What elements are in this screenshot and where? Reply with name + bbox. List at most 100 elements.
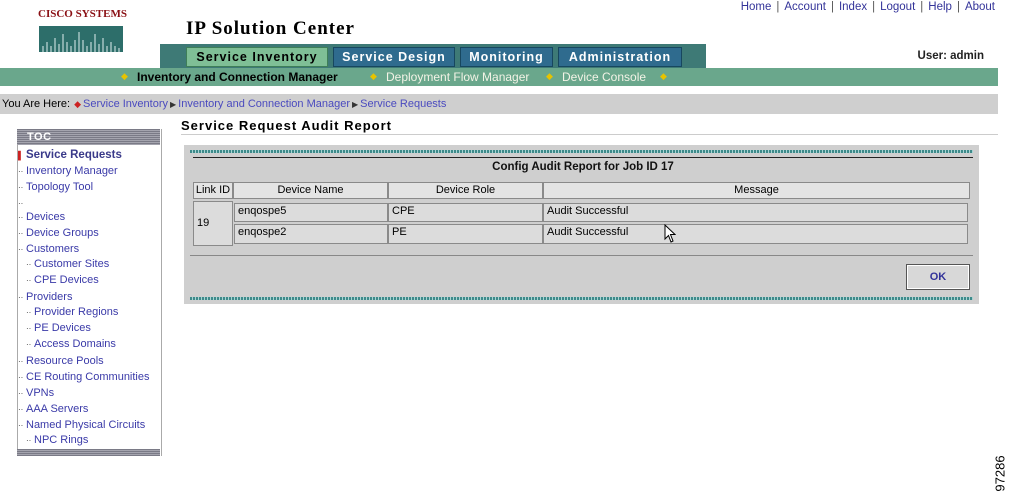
breadcrumb: You Are Here: ◆ Service Inventory ▶ Inventor… (2, 98, 446, 110)
toc-item-label: CPE Devices (34, 274, 99, 286)
toc-item-customers[interactable]: ·· Customers (18, 243, 79, 255)
logo-bars-icon (39, 26, 123, 52)
column-header-device-name: Device Name (233, 182, 388, 199)
bullet-icon: ·· (26, 260, 32, 269)
subnav-bullet-icon: ◆ (546, 71, 553, 81)
toc-header: TOC (17, 129, 160, 145)
toc-item-label: Providers (26, 291, 73, 303)
toc-item-topology-tool[interactable]: ·· Topology Tool (18, 181, 93, 193)
bullet-icon: ·· (18, 167, 24, 176)
bullet-icon: ·· (18, 229, 24, 238)
link-help[interactable]: Help (928, 1, 952, 13)
bullet-icon: ·· (26, 436, 32, 445)
toc-item-label: Customer Sites (34, 258, 110, 270)
toc-item-label: Customers (26, 243, 80, 255)
toc-item-label: VPNs (26, 387, 55, 399)
bullet-icon: ·· (18, 293, 24, 302)
ok-button[interactable]: OK (906, 264, 970, 290)
figure-code: 97286 (992, 452, 1014, 496)
table-cell-device-name: enqospe2 (234, 224, 388, 244)
toc-item-label: Access Domains (34, 338, 116, 350)
arrow-right-icon: ▶ (352, 100, 359, 109)
table-cell-device-role: CPE (388, 203, 543, 222)
toc-item-service-requests[interactable]: ▌ Service Requests (18, 149, 122, 161)
divider (181, 134, 998, 135)
subnav-inventory-connection-manager[interactable]: Inventory and Connection Manager (137, 70, 338, 84)
page-title: Service Request Audit Report (181, 118, 393, 133)
bullet-icon: ·· (18, 405, 24, 414)
toc-item-provider-regions[interactable]: ·· Provider Regions (26, 306, 118, 318)
toc-item-access-domains[interactable]: ·· Access Domains (26, 338, 116, 350)
toc-item-label: Provider Regions (34, 306, 119, 318)
config-audit-title: Config Audit Report for Job ID 17 (492, 161, 674, 173)
breadcrumb-inventory-connection-manager[interactable]: Inventory and Connection Manager (178, 98, 350, 110)
bullet-icon: ·· (26, 276, 32, 285)
mouse-pointer-icon (664, 223, 677, 247)
link-logout[interactable]: Logout (880, 1, 915, 13)
tab-service-inventory[interactable]: Service Inventory (186, 47, 328, 67)
toc-item-label: AAA Servers (26, 403, 89, 415)
toc-item-label: Topology Tool (26, 181, 94, 193)
bullet-icon: ·· (18, 199, 24, 208)
bullet-icon: ·· (26, 340, 32, 349)
toc-item-label: NPC Rings (34, 434, 89, 446)
tab-monitoring[interactable]: Monitoring (460, 47, 553, 67)
toc-item-label: PE Devices (34, 322, 91, 334)
selected-marker-icon: ▌ (18, 151, 24, 160)
breadcrumb-service-inventory[interactable]: Service Inventory (83, 98, 168, 110)
table-cell-message: Audit Successful (543, 203, 968, 222)
toc-item-aaa-servers[interactable]: ·· AAA Servers (18, 403, 88, 415)
bullet-icon: ·· (18, 357, 24, 366)
toc-item-cpe-devices[interactable]: ·· CPE Devices (26, 274, 99, 286)
column-header-message: Message (543, 182, 970, 199)
table-cell-message: Audit Successful (543, 224, 968, 244)
bullet-icon: ·· (26, 308, 32, 317)
subnav-deployment-flow-manager[interactable]: Deployment Flow Manager (386, 70, 529, 84)
toc-item-inventory-manager[interactable]: ·· Inventory Manager (18, 165, 118, 177)
toc-item-label: Device Groups (26, 227, 99, 239)
toc-item-vpns[interactable]: ·· VPNs (18, 387, 54, 399)
toc-item-customer-sites[interactable]: ·· Customer Sites (26, 258, 109, 270)
toc-item-devices[interactable]: ·· Devices (18, 211, 65, 223)
subnav-bullet-icon: ◆ (660, 71, 667, 81)
brand-name: Cisco Systems (38, 8, 127, 20)
toc-item-npc-rings[interactable]: ·· NPC Rings (26, 434, 88, 446)
toc-item-label: CE Routing Communities (26, 371, 150, 383)
link-home[interactable]: Home (741, 1, 772, 13)
table-cell-device-role: PE (388, 224, 543, 244)
breadcrumb-service-requests[interactable]: Service Requests (360, 98, 446, 110)
toc-item-resource-pools[interactable]: ·· Resource Pools (18, 355, 104, 367)
app-title: IP Solution Center (186, 18, 355, 39)
panel-top-rule (190, 150, 973, 153)
toc-item-label: Service Requests (26, 149, 122, 161)
toc-item-named-physical-circuits[interactable]: ·· Named Physical Circuits (18, 419, 145, 431)
table-cell-device-name: enqospe5 (234, 203, 388, 222)
bullet-icon: ·· (18, 213, 24, 222)
link-about[interactable]: About (965, 1, 995, 13)
subnav-device-console[interactable]: Device Console (562, 70, 646, 84)
link-index[interactable]: Index (839, 1, 867, 13)
bullet-icon: ·· (18, 373, 24, 382)
toc-title: TOC (27, 131, 52, 143)
diamond-icon: ◆ (74, 99, 82, 109)
subnav-bullet-icon: ◆ (370, 71, 377, 81)
column-header-device-role: Device Role (388, 182, 543, 199)
subnav-bullet-icon: ◆ (121, 71, 128, 81)
link-account[interactable]: Account (784, 1, 826, 13)
bullet-icon: ·· (18, 389, 24, 398)
toc-item-providers[interactable]: ·· Providers (18, 291, 72, 303)
tab-administration[interactable]: Administration (558, 47, 682, 67)
toc-item-device-groups[interactable]: ·· Device Groups (18, 227, 99, 239)
toc-item-label: Resource Pools (26, 355, 104, 367)
tab-service-design[interactable]: Service Design (333, 47, 455, 67)
arrow-right-icon: ▶ (170, 100, 177, 109)
toc-footer (17, 449, 160, 456)
bullet-icon: ·· (18, 183, 24, 192)
toc-item-pe-devices[interactable]: ·· PE Devices (26, 322, 91, 334)
figure-code-text: 97286 (992, 455, 1008, 492)
toc-item-label: Inventory Manager (26, 165, 118, 177)
cisco-logo: Cisco Systems (38, 8, 128, 54)
bullet-icon: ·· (18, 421, 24, 430)
bullet-icon: ·· (26, 324, 32, 333)
toc-item-ce-routing-communities[interactable]: ·· CE Routing Communities (18, 371, 150, 383)
